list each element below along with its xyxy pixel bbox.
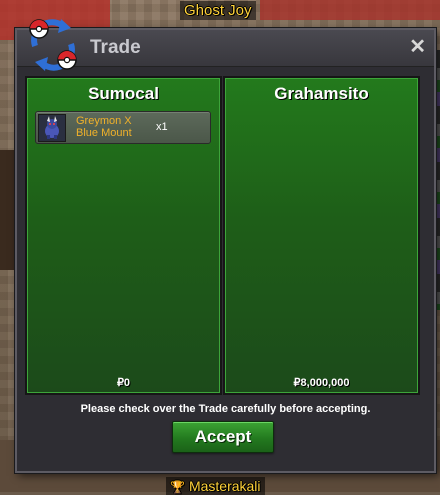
player-name-tag-bottom[interactable]: 🏆 Masterakali <box>166 477 265 495</box>
item-name: Greymon X Blue Mount <box>76 115 132 139</box>
trade-pokeball-arrows-icon <box>29 19 77 71</box>
money-offer: ₽8,000,000 <box>293 377 350 389</box>
my-offer-panel: Sumocal Greymon X Blue Mount x1 ₽0 <box>25 76 222 395</box>
close-button[interactable]: ✕ <box>409 36 426 58</box>
partner-offer-panel: Grahamsito ₽8,000,000 <box>223 76 420 395</box>
window-title: Trade <box>90 37 141 58</box>
panel-player-name: Grahamsito <box>274 84 369 103</box>
player-name-tag-top[interactable]: Ghost Joy <box>180 1 256 20</box>
money-offer: ₽0 <box>116 377 131 389</box>
panel-player-name: Sumocal <box>88 84 159 103</box>
tree-trunk <box>0 150 14 270</box>
trade-item-row[interactable]: Greymon X Blue Mount x1 <box>35 111 211 144</box>
roof-tiles <box>260 0 440 20</box>
trade-notice: Please check over the Trade carefully be… <box>80 403 371 415</box>
greymon-mount-icon <box>38 114 66 142</box>
item-quantity: x1 <box>156 121 168 133</box>
accept-button[interactable]: Accept <box>172 421 274 453</box>
trade-window: Trade ✕ Sumocal Greymon X Blue Mount x1 … <box>15 19 436 473</box>
